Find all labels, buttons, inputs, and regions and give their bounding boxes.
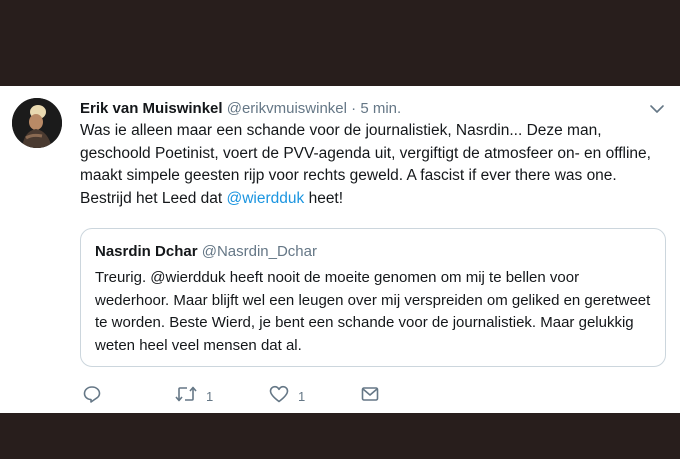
tweet-timestamp[interactable]: 5 min.: [360, 100, 401, 117]
tweet-card[interactable]: Erik van Muiswinkel @erikvmuiswinkel · 5…: [0, 86, 680, 413]
dm-icon: [360, 384, 380, 404]
mention-link[interactable]: @wierdduk: [227, 190, 305, 207]
retweet-count: 1: [206, 388, 214, 404]
reply-button[interactable]: [82, 384, 102, 404]
quoted-tweet-text: Treurig. @wierdduk heeft nooit de moeite…: [95, 269, 651, 354]
like-count: 1: [298, 388, 306, 404]
tweet-text-part: heet!: [304, 189, 344, 207]
tweet-actions: 1 1: [80, 384, 400, 406]
quoted-tweet[interactable]: Nasrdin Dchar @Nasrdin_Dchar Treurig. @w…: [80, 228, 666, 367]
retweet-icon: [174, 384, 198, 404]
like-icon: [268, 384, 290, 404]
quoted-tweet-header: Nasrdin Dchar @Nasrdin_Dchar: [95, 243, 317, 260]
quoted-author-name: Nasrdin Dchar: [95, 243, 198, 260]
author-name[interactable]: Erik van Muiswinkel: [80, 100, 223, 117]
retweet-button[interactable]: 1: [174, 384, 213, 404]
tweet-text: Was ie alleen maar een schande voor de j…: [80, 120, 660, 210]
direct-message-button[interactable]: [360, 384, 380, 404]
tweet-text-part: Was ie alleen maar een schande voor de j…: [80, 122, 651, 207]
quoted-author-handle: @Nasrdin_Dchar: [201, 243, 317, 260]
tweet-header: Erik van Muiswinkel @erikvmuiswinkel · 5…: [80, 100, 401, 118]
avatar[interactable]: [12, 98, 62, 148]
chevron-down-icon[interactable]: [648, 102, 666, 116]
separator-dot: ·: [351, 100, 357, 117]
reply-icon: [82, 384, 102, 404]
like-button[interactable]: 1: [268, 384, 305, 404]
author-handle[interactable]: @erikvmuiswinkel: [227, 100, 347, 117]
